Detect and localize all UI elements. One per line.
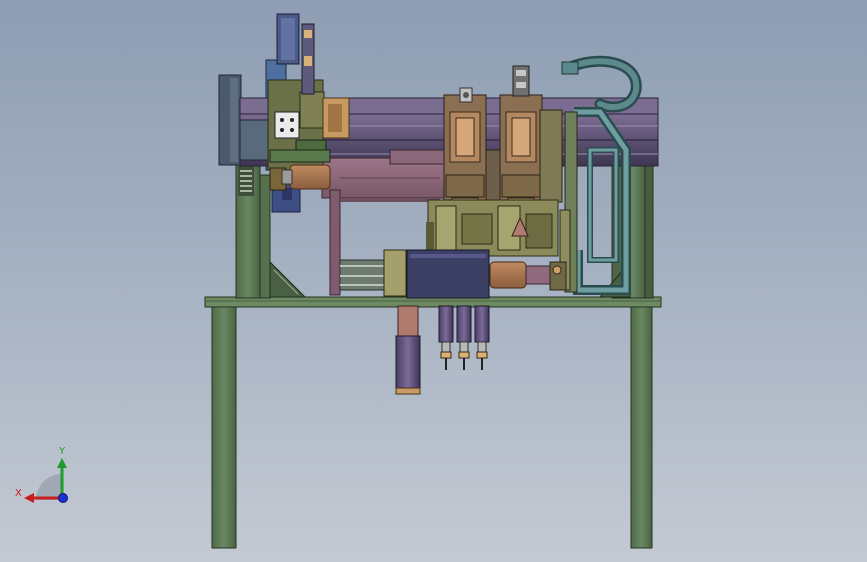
table-leg-right — [630, 305, 653, 549]
navy-block — [406, 249, 490, 299]
dual-pick-heads — [443, 65, 563, 219]
x-axis-label: X — [15, 488, 22, 499]
lower-cylinder — [489, 261, 567, 291]
under-table-cylinder — [395, 305, 421, 395]
cad-viewport[interactable]: Y X — [0, 0, 867, 562]
guide-rods — [339, 249, 407, 297]
y-axis-label: Y — [58, 446, 66, 457]
central-mechanism — [426, 199, 559, 257]
table-leg-left — [211, 305, 237, 549]
coordinate-triad: Y X — [15, 446, 68, 503]
table — [204, 296, 662, 549]
z-axis-dot — [58, 493, 68, 503]
suction-nozzles — [438, 305, 490, 370]
